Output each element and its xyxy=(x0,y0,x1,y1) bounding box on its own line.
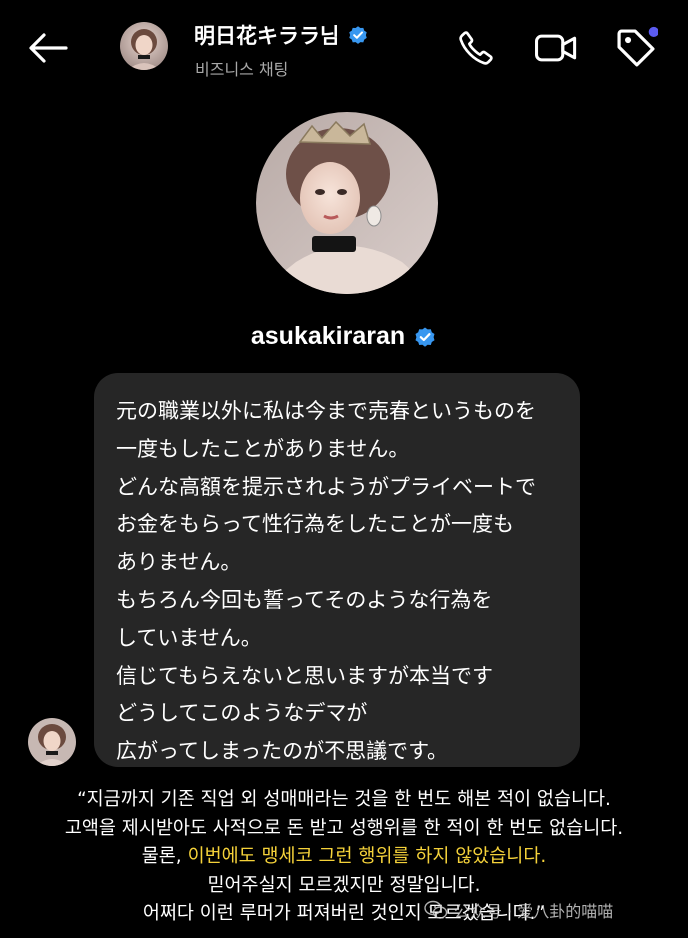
header-title: 明日花キララ님 xyxy=(194,20,369,50)
profile-avatar[interactable] xyxy=(256,112,438,294)
back-button[interactable] xyxy=(26,26,70,70)
verified-badge-icon xyxy=(415,327,435,347)
chat-header: 明日花キララ님 비즈니스 채팅 xyxy=(0,0,688,96)
header-subtitle: 비즈니스 채팅 xyxy=(195,60,289,79)
message-line: もちろん今回も誓ってそのような行為を xyxy=(116,587,493,612)
caption-line-prefix: 물론, xyxy=(141,846,188,867)
profile-username-text: asukakiraran xyxy=(250,322,406,350)
caption-line: 물론, 이번에도 맹세코 그런 행위를 하지 않았습니다. xyxy=(0,843,688,872)
message-line: 一度もしたことがありません。 xyxy=(116,436,410,461)
caption-line: 믿어주실지 모르겠지만 정말입니다. xyxy=(207,874,481,896)
tag-button[interactable] xyxy=(614,26,658,70)
watermark: 公众号 · 爱八卦的喵喵 xyxy=(424,898,613,922)
message-bubble[interactable]: 元の職業以外に私は今まで売春というものを 一度もしたことがありません。 どんな高… xyxy=(94,373,580,767)
header-avatar[interactable] xyxy=(120,22,168,70)
verified-badge-icon xyxy=(349,26,368,44)
message-line: どうしてこのようなデマが xyxy=(116,701,368,726)
tag-icon xyxy=(617,26,658,67)
profile-username[interactable]: asukakiraran xyxy=(0,322,688,351)
call-button[interactable] xyxy=(454,26,498,70)
message-line: どんな高額を提示されようがプライベートで xyxy=(116,474,536,499)
wechat-icon xyxy=(424,900,448,919)
arrow-left-icon xyxy=(29,33,68,63)
message-line: お金をもらって性行為をしたことが一度も xyxy=(116,512,514,537)
caption-line: 고액을 제시받아도 사적으로 돈 받고 성행위를 한 적이 한 번도 없습니다. xyxy=(64,817,624,839)
message-line: していません。 xyxy=(116,625,262,650)
message-line: 元の職業以外に私は今まで売春というものを xyxy=(116,399,536,423)
notification-dot xyxy=(648,26,658,37)
caption-line: “지금까지 기존 직업 외 성매매라는 것을 한 번도 해본 적이 없습니다. xyxy=(77,789,611,810)
message-line: 広がってしまったのが不思議です。 xyxy=(116,739,449,764)
message-line: 信じてもらえないと思いますが本当です xyxy=(116,663,493,688)
sender-avatar[interactable] xyxy=(28,718,76,766)
video-camera-icon xyxy=(535,34,577,62)
watermark-text: 公众号 · 爱八卦的喵喵 xyxy=(454,902,614,921)
video-call-button[interactable] xyxy=(534,26,578,70)
message-line: ありません。 xyxy=(116,550,242,575)
header-title-text: 明日花キララ님 xyxy=(194,24,340,48)
caption-highlight: 이번에도 맹세코 그런 행위를 하지 않았습니다. xyxy=(187,846,547,867)
phone-icon xyxy=(459,31,493,65)
